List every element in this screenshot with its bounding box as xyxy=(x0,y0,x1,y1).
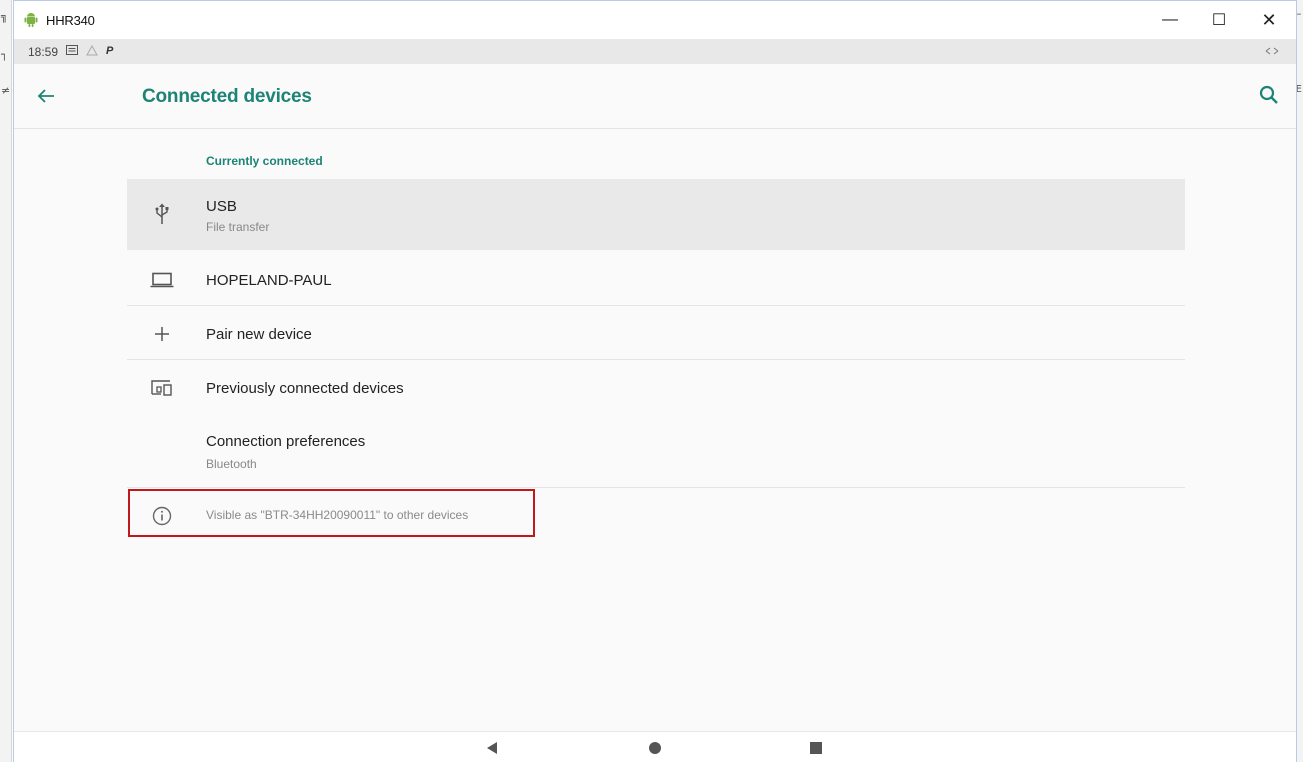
minimize-icon: — xyxy=(1162,11,1178,28)
window-title: HHR340 xyxy=(46,13,95,28)
close-button[interactable]: ✕ xyxy=(1252,7,1286,33)
navigation-bar xyxy=(14,731,1296,763)
minimize-button[interactable]: — xyxy=(1153,7,1187,33)
nav-back-icon xyxy=(487,742,497,754)
status-bar: 18:59 P xyxy=(14,39,1296,64)
close-icon: ✕ xyxy=(1261,9,1277,30)
maximize-button[interactable]: ☐ xyxy=(1202,7,1236,33)
maximize-icon: ☐ xyxy=(1211,12,1227,29)
annotation-highlight-box xyxy=(128,489,535,537)
app-bar: Connected devices xyxy=(14,64,1296,129)
emulator-window: HHR340 — ☐ ✕ 18:59 P Connected devices C… xyxy=(13,0,1297,763)
nav-home-icon xyxy=(649,742,661,754)
status-time: 18:59 xyxy=(28,45,59,59)
devices-icon xyxy=(149,375,175,401)
nav-back-button[interactable] xyxy=(480,738,504,758)
p-icon: P xyxy=(106,45,114,57)
list-item-title: Connection preferences xyxy=(206,433,366,450)
usb-icon xyxy=(149,201,175,227)
laptop-icon xyxy=(149,267,175,293)
section-header-currently-connected: Currently connected xyxy=(206,154,323,168)
desktop-fragment: ≠ xyxy=(1,84,11,97)
desktop-left-edge: ╗ ┐ ≠ xyxy=(0,0,12,762)
desktop-fragment: ┐ xyxy=(1,48,8,61)
notification-icon xyxy=(86,44,98,59)
list-item-title: USB xyxy=(206,198,237,215)
desktop-fragment: ╗ xyxy=(1,10,8,23)
nav-home-button[interactable] xyxy=(643,738,667,758)
back-arrow-icon[interactable] xyxy=(34,84,58,108)
rotate-icon xyxy=(1264,46,1280,59)
page-title: Connected devices xyxy=(142,86,312,107)
android-icon xyxy=(24,13,38,27)
nav-recents-button[interactable] xyxy=(804,738,828,758)
list-item-previously-connected[interactable]: Previously connected devices xyxy=(127,361,1185,414)
message-icon xyxy=(66,45,78,59)
list-item-title: Pair new device xyxy=(206,326,312,343)
list-item-subtitle: Bluetooth xyxy=(206,457,257,471)
list-item-title: HOPELAND-PAUL xyxy=(206,272,332,289)
list-item-usb[interactable]: USB File transfer xyxy=(127,179,1185,250)
list-item-connection-preferences[interactable]: Connection preferences Bluetooth xyxy=(127,415,1185,488)
list-item-pair-new-device[interactable]: Pair new device xyxy=(127,307,1185,360)
list-item-subtitle: File transfer xyxy=(206,220,270,234)
search-icon[interactable] xyxy=(1258,84,1280,106)
list-item-title: Previously connected devices xyxy=(206,380,404,397)
window-title-bar: HHR340 — ☐ ✕ xyxy=(14,1,1296,39)
nav-recents-icon xyxy=(810,742,822,754)
plus-icon xyxy=(149,321,175,347)
list-item-hopeland-paul[interactable]: HOPELAND-PAUL xyxy=(127,251,1185,306)
